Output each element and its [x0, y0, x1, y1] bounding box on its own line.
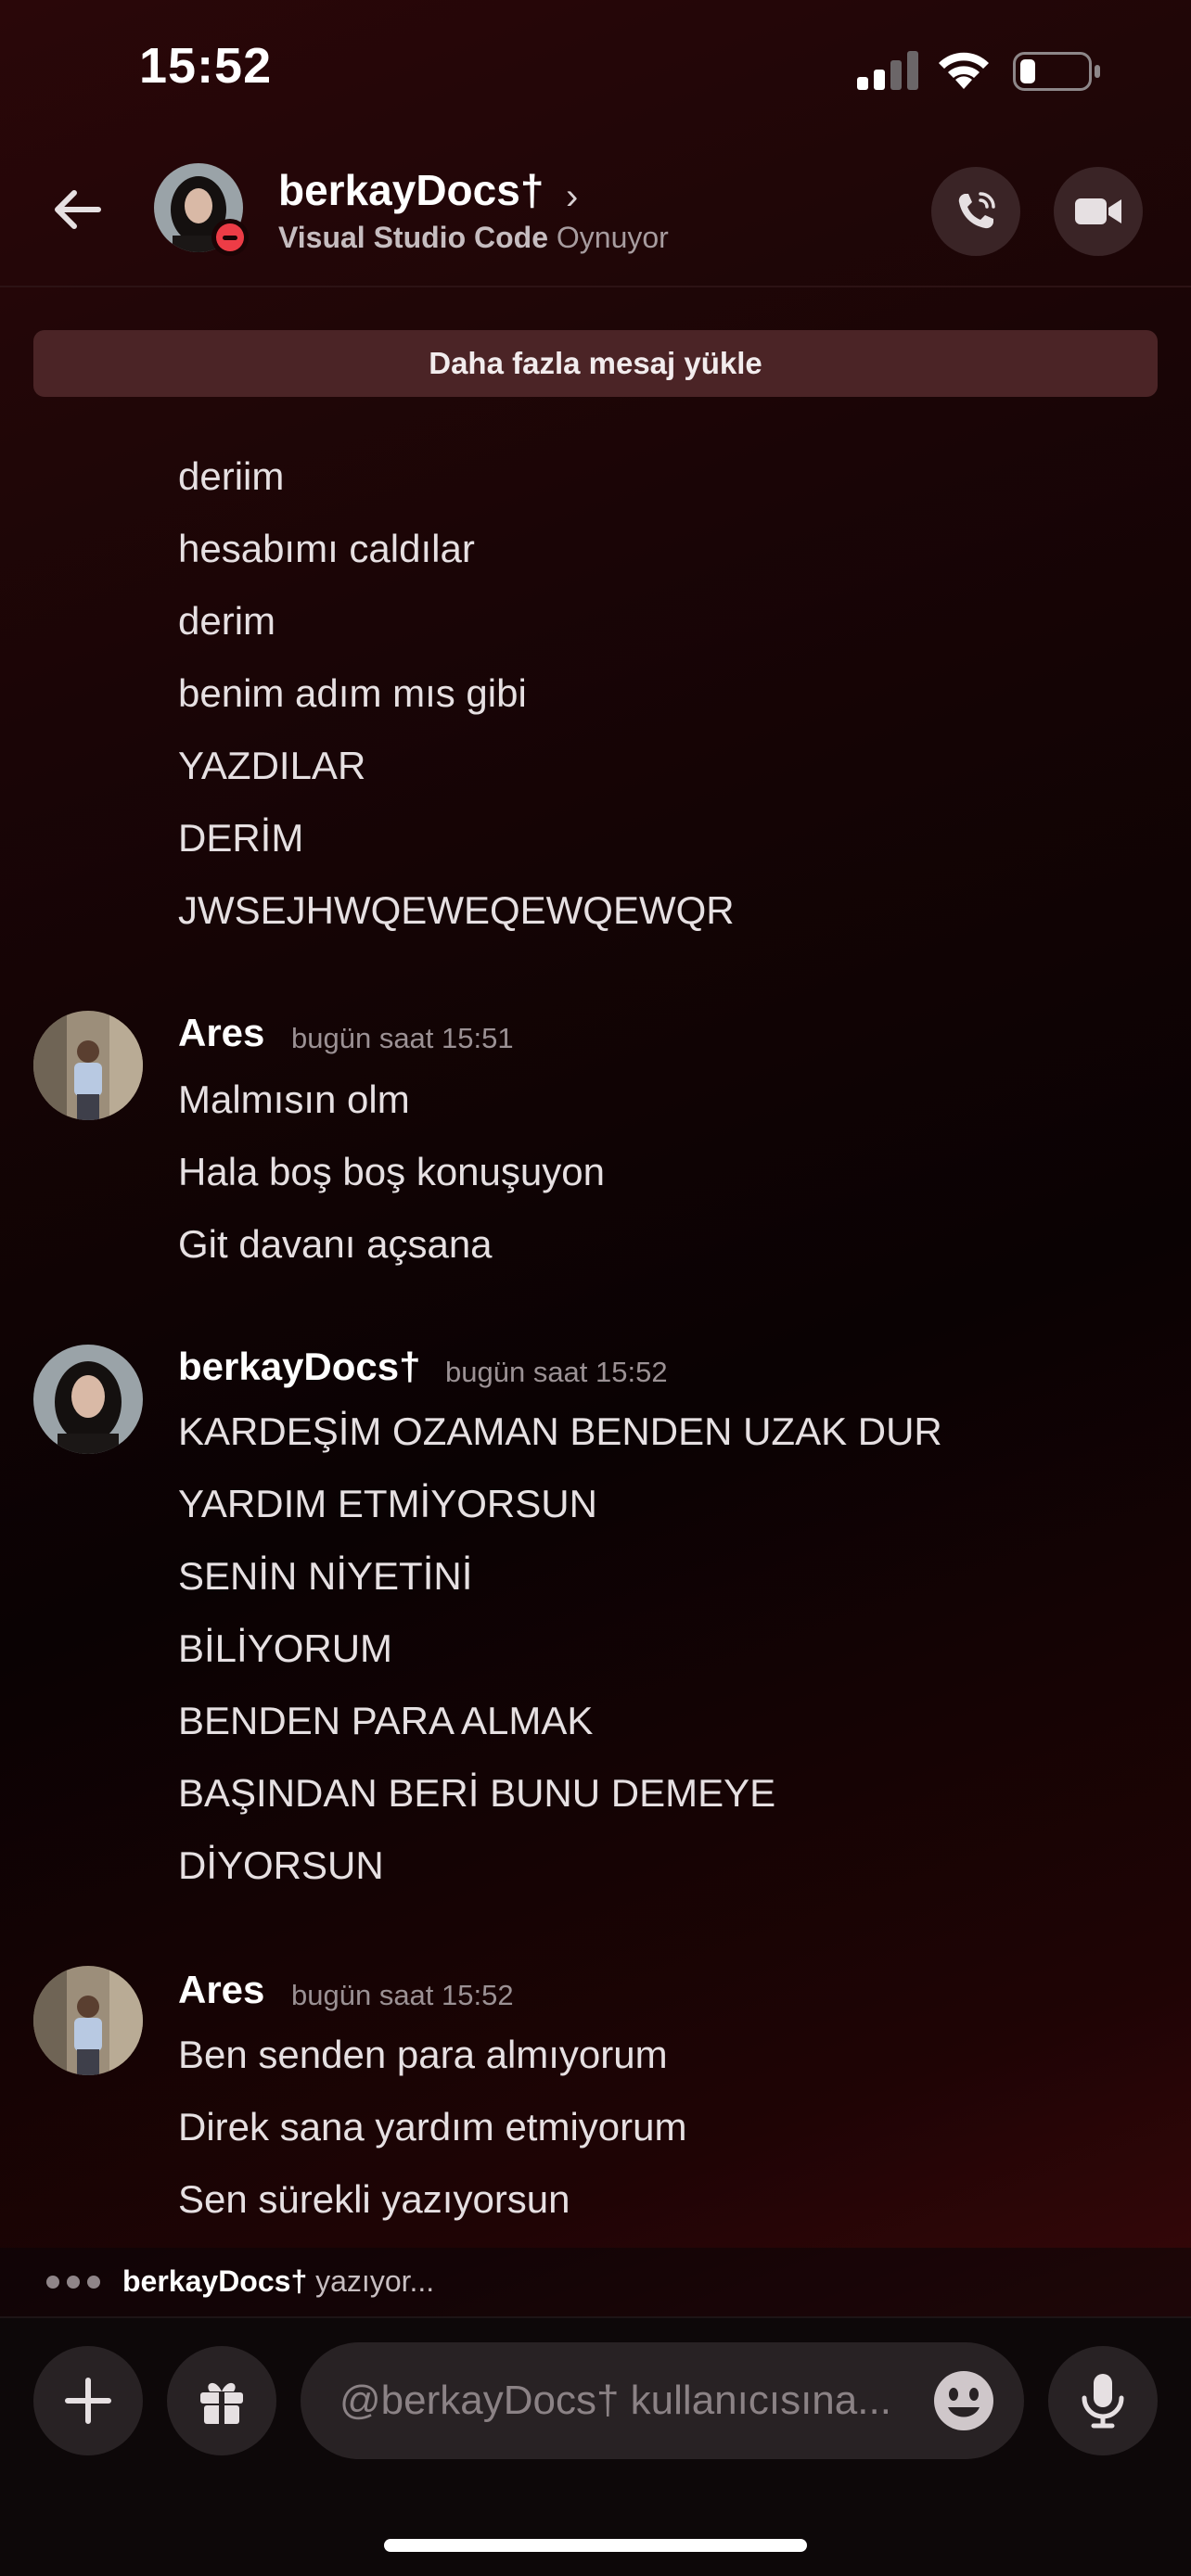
status-bar: 15:52 [0, 0, 1191, 139]
message-line: Hala boş boş konuşuyon [178, 1150, 605, 1193]
cellular-signal-icon [857, 51, 918, 90]
message-author[interactable]: berkayDocs† [178, 1345, 421, 1389]
message-timestamp: bugün saat 15:51 [291, 1022, 514, 1054]
add-attachment-button[interactable] [33, 2346, 143, 2455]
typing-text: berkayDocs† yazıyor... [122, 2264, 434, 2299]
message-line: Ben senden para almıyorum [178, 2033, 668, 2076]
message-line: YARDIM ETMİYORSUN [178, 1482, 597, 1525]
message-author[interactable]: Ares [178, 1011, 264, 1055]
battery-icon [1013, 52, 1100, 91]
header-username[interactable]: berkayDocs† [278, 165, 544, 215]
typing-user: berkayDocs† [122, 2264, 308, 2298]
message-line: SENİN NİYETİNİ [178, 1554, 473, 1598]
message-line: DERİM [178, 816, 304, 860]
message-composer: @berkayDocs† kullanıcısına... [0, 2318, 1191, 2576]
wifi-icon [939, 52, 989, 89]
emoji-icon[interactable] [931, 2368, 996, 2433]
status-time: 15:52 [139, 38, 273, 94]
message-line: BENDEN PARA ALMAK [178, 1699, 594, 1742]
chevron-right-icon[interactable]: › [566, 176, 578, 218]
message-line: BİLİYORUM [178, 1626, 393, 1670]
back-button[interactable] [43, 174, 113, 245]
message-line: YAZDILAR [178, 744, 366, 787]
avatar[interactable] [33, 1345, 143, 1454]
typing-label: yazıyor... [315, 2264, 435, 2298]
phone-icon [958, 192, 995, 229]
message-line: deriim [178, 454, 285, 498]
activity-app: Visual Studio Code [278, 221, 548, 254]
message-input[interactable]: @berkayDocs† kullanıcısına... [301, 2342, 1024, 2459]
message-line: benim adım mıs gibi [178, 671, 527, 715]
dm-header: berkayDocs† › Visual Studio Code Oynuyor [0, 139, 1191, 287]
message-line: Git davanı açsana [178, 1222, 493, 1266]
voice-call-button[interactable] [931, 167, 1020, 256]
message-line: Malmısın olm [178, 1078, 410, 1121]
typing-dots-icon [46, 2276, 100, 2289]
home-indicator[interactable] [384, 2539, 807, 2552]
message-input-placeholder: @berkayDocs† kullanıcısına... [339, 2378, 891, 2423]
message-line: KARDEŞİM OZAMAN BENDEN UZAK DUR [178, 1409, 942, 1453]
message-line: Sen sürekli yazıyorsun [178, 2177, 570, 2221]
header-activity: Visual Studio Code Oynuyor [278, 221, 669, 255]
message-timestamp: bugün saat 15:52 [291, 1979, 514, 2011]
typing-indicator: berkayDocs† yazıyor... [0, 2248, 1191, 2318]
video-camera-icon [1075, 198, 1121, 224]
message-line: Direk sana yardım etmiyorum [178, 2105, 687, 2149]
gift-icon [200, 2382, 243, 2424]
message-line: derim [178, 599, 276, 643]
microphone-icon [1082, 2374, 1124, 2429]
activity-suffix: Oynuyor [556, 221, 669, 254]
message-line: hesabımı caldılar [178, 527, 475, 570]
arrow-left-icon [55, 190, 101, 229]
message-author[interactable]: Ares [178, 1968, 264, 2012]
avatar[interactable] [33, 1966, 143, 2075]
dnd-status-icon [211, 219, 249, 256]
header-avatar[interactable] [154, 163, 249, 256]
load-more-button[interactable]: Daha fazla mesaj yükle [33, 330, 1158, 397]
video-call-button[interactable] [1054, 167, 1143, 256]
microphone-button[interactable] [1048, 2346, 1158, 2455]
message-timestamp: bugün saat 15:52 [445, 1356, 668, 1388]
message-line: DİYORSUN [178, 1843, 384, 1887]
plus-icon [65, 2378, 111, 2424]
message-line: JWSEJHWQEWEQEWQEWQR [178, 888, 735, 932]
gift-button[interactable] [167, 2346, 276, 2455]
message-line: BAŞINDAN BERİ BUNU DEMEYE [178, 1771, 776, 1815]
avatar[interactable] [33, 1011, 143, 1120]
